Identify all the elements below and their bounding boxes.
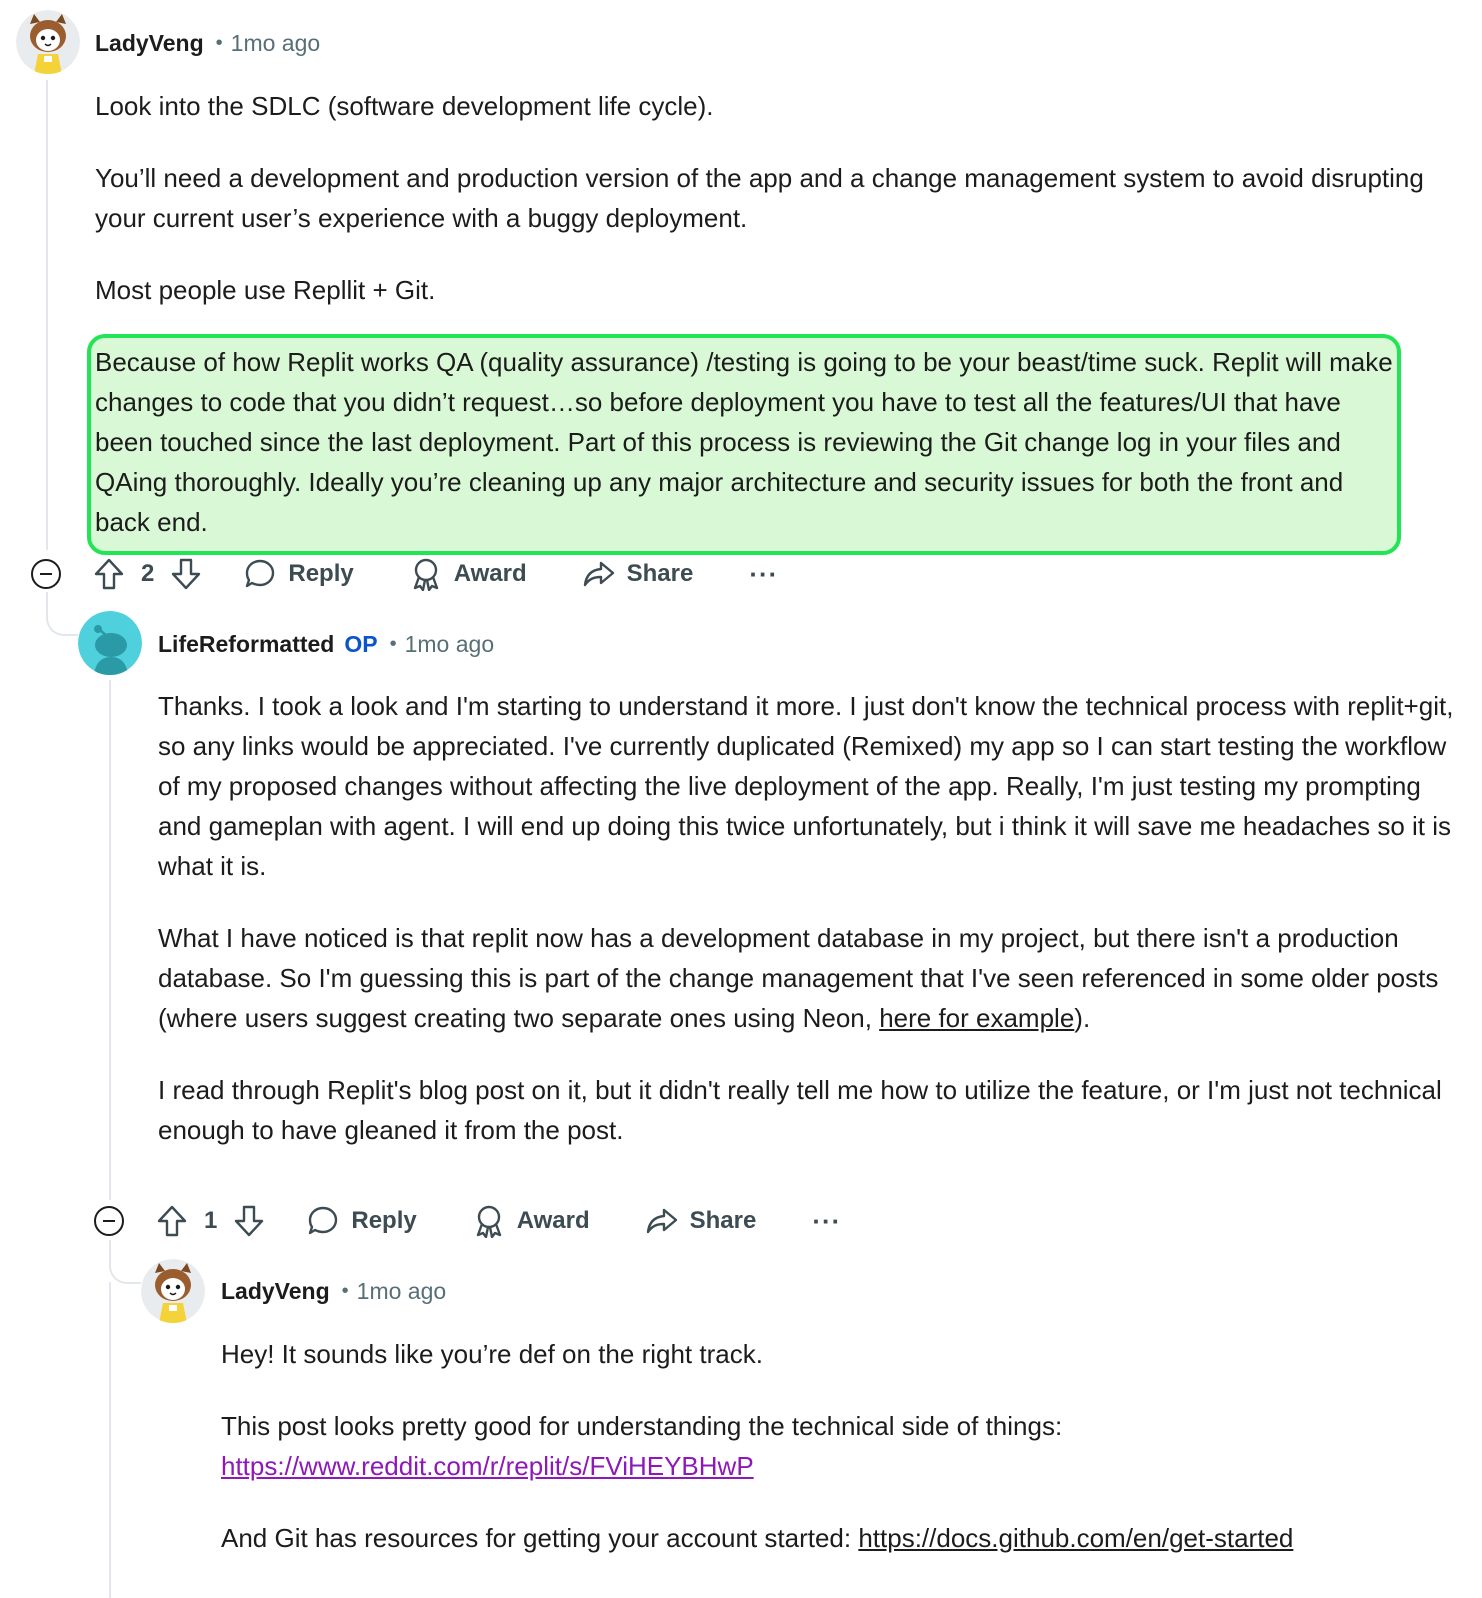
upvote-icon[interactable] xyxy=(156,1204,188,1238)
author-name[interactable]: LadyVeng xyxy=(95,30,204,57)
downvote-icon[interactable] xyxy=(170,557,202,591)
github-docs-link[interactable]: https://docs.github.com/en/get-started xyxy=(858,1523,1293,1553)
comment-paragraph: And Git has resources for getting your a… xyxy=(221,1518,1461,1558)
vote-count: 1 xyxy=(204,1207,218,1234)
timestamp[interactable]: 1mo ago xyxy=(357,1278,447,1305)
meta-separator: • xyxy=(341,1279,349,1302)
share-button[interactable]: Share xyxy=(583,558,694,590)
highlight-text: Because of how Replit works QA (quality … xyxy=(95,347,1393,537)
share-label: Share xyxy=(626,560,694,587)
award-label: Award xyxy=(453,560,527,587)
example-link[interactable]: here for example xyxy=(879,1003,1074,1033)
vote-controls: 1 xyxy=(156,1204,265,1238)
paragraph-text: What I have noticed is that replit now h… xyxy=(158,923,1439,1033)
author-name[interactable]: LadyVeng xyxy=(221,1278,330,1305)
comment-paragraph: What I have noticed is that replit now h… xyxy=(158,918,1458,1038)
thread-line-level-2 xyxy=(109,680,111,1200)
share-label: Share xyxy=(689,1207,757,1234)
comment-actions: 1 Reply Award Share ··· xyxy=(94,1201,841,1241)
thread-line-level-2-continued xyxy=(109,1282,111,1598)
cat-avatar-icon xyxy=(141,1259,205,1323)
thread-elbow-level-3 xyxy=(109,1240,141,1284)
comment-meta: LifeReformatted OP • 1mo ago xyxy=(158,629,494,659)
reply-label: Reply xyxy=(288,560,354,587)
award-button[interactable]: Award xyxy=(410,557,527,591)
more-options-icon[interactable]: ··· xyxy=(749,559,778,590)
comment-paragraph: You’ll need a development and production… xyxy=(95,163,1424,233)
award-button[interactable]: Award xyxy=(473,1204,590,1238)
comment-body: Thanks. I took a look and I'm starting t… xyxy=(158,686,1458,1150)
comment-paragraph: Hey! It sounds like you’re def on the ri… xyxy=(221,1339,763,1369)
upvote-icon[interactable] xyxy=(93,557,125,591)
paragraph-text: This post looks pretty good for understa… xyxy=(221,1411,1063,1441)
comment-paragraph: This post looks pretty good for understa… xyxy=(221,1406,1461,1486)
op-badge: OP xyxy=(344,630,378,657)
comment-body: Look into the SDLC (software development… xyxy=(95,86,1440,310)
paragraph-text: ). xyxy=(1074,1003,1091,1033)
timestamp[interactable]: 1mo ago xyxy=(405,631,495,658)
share-icon xyxy=(646,1205,678,1237)
comment-paragraph: I read through Replit's blog post on it,… xyxy=(158,1075,1442,1145)
comment-meta: LadyVeng • 1mo ago xyxy=(221,1276,446,1306)
avatar[interactable] xyxy=(78,611,142,675)
highlighted-paragraph: Because of how Replit works QA (quality … xyxy=(87,334,1401,555)
thread-elbow-level-2 xyxy=(46,592,78,636)
collapse-thread-icon[interactable] xyxy=(31,559,61,589)
share-button[interactable]: Share xyxy=(646,1205,757,1237)
more-options-icon[interactable]: ··· xyxy=(812,1206,841,1237)
comment-paragraph: Most people use Repllit + Git. xyxy=(95,275,436,305)
reddit-post-link[interactable]: https://www.reddit.com/r/replit/s/FViHEY… xyxy=(221,1451,754,1481)
award-icon xyxy=(410,557,442,591)
timestamp[interactable]: 1mo ago xyxy=(231,30,321,57)
paragraph-text: And Git has resources for getting your a… xyxy=(221,1523,859,1553)
cat-avatar-icon xyxy=(16,10,80,74)
author-name[interactable]: LifeReformatted xyxy=(158,631,334,658)
share-icon xyxy=(583,558,615,590)
comment-meta: LadyVeng • 1mo ago xyxy=(95,28,320,58)
reply-button[interactable]: Reply xyxy=(307,1205,417,1237)
award-icon xyxy=(473,1204,505,1238)
meta-separator: • xyxy=(389,632,397,655)
meta-separator: • xyxy=(215,31,223,54)
reply-label: Reply xyxy=(351,1207,417,1234)
award-label: Award xyxy=(516,1207,590,1234)
comment-paragraph: Look into the SDLC (software development… xyxy=(95,91,714,121)
downvote-icon[interactable] xyxy=(233,1204,265,1238)
vote-count: 2 xyxy=(141,560,155,587)
reply-button[interactable]: Reply xyxy=(244,558,354,590)
vote-controls: 2 xyxy=(93,557,202,591)
comment-actions: 2 Reply Award Share ··· xyxy=(31,554,778,594)
comment-body: Hey! It sounds like you’re def on the ri… xyxy=(221,1334,1461,1558)
thread-line-level-1 xyxy=(46,80,48,550)
comment-bubble-icon xyxy=(307,1205,339,1237)
comment-paragraph: Thanks. I took a look and I'm starting t… xyxy=(158,691,1454,881)
avatar[interactable] xyxy=(141,1259,205,1323)
comment-bubble-icon xyxy=(244,558,276,590)
snoo-avatar-icon xyxy=(78,611,142,675)
avatar[interactable] xyxy=(16,10,80,74)
collapse-thread-icon[interactable] xyxy=(94,1206,124,1236)
